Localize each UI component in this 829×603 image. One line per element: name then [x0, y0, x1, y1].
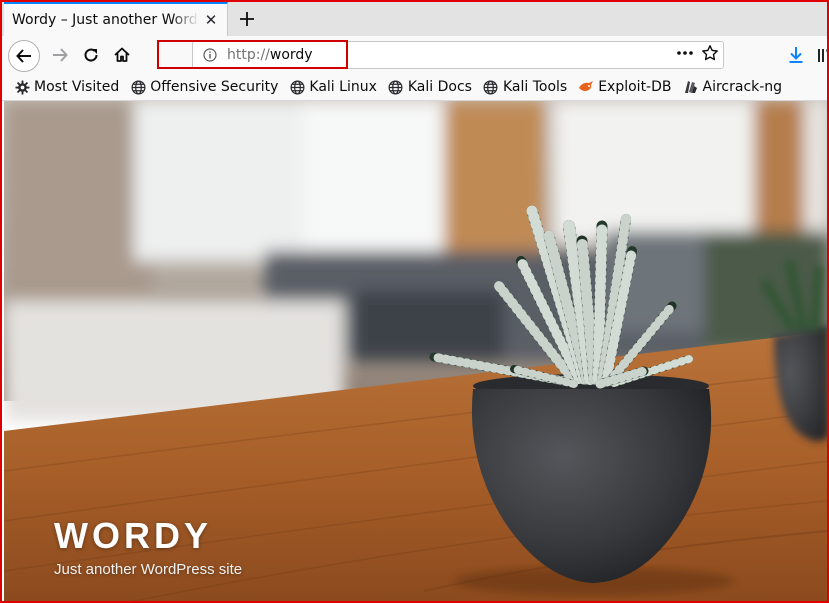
navigation-bar: http://wordy: [2, 36, 827, 74]
tab-title: Wordy – Just another WordPress site: [12, 12, 199, 28]
close-tab-icon[interactable]: ✕: [203, 11, 219, 29]
exploit-db-icon: [578, 79, 594, 95]
globe-icon: [289, 79, 305, 95]
downloads-button[interactable]: [785, 42, 807, 68]
bookmark-label: Most Visited: [34, 79, 120, 95]
arrow-right-icon: [53, 48, 68, 62]
bookmark-label: Kali Tools: [502, 79, 568, 95]
globe-icon: [483, 79, 499, 95]
info-icon[interactable]: [197, 42, 223, 68]
screenshot-frame: Wordy – Just another WordPress site ✕ ht…: [0, 0, 829, 603]
library-button[interactable]: [817, 42, 827, 68]
gear-icon: [14, 79, 30, 95]
aircrack-icon: [683, 79, 699, 95]
tab-strip: Wordy – Just another WordPress site ✕: [2, 2, 827, 36]
bookmark-kali-docs[interactable]: Kali Docs: [388, 76, 472, 98]
url-scheme: http://: [227, 47, 270, 63]
bookmark-exploit-db[interactable]: Exploit-DB: [578, 76, 672, 98]
url-actions: [675, 42, 719, 68]
bookmark-kali-linux[interactable]: Kali Linux: [289, 76, 377, 98]
plus-icon: [240, 12, 254, 26]
url-host: wordy: [269, 47, 313, 63]
bookmarks-toolbar: Most Visited Offensive Security Kali Lin…: [2, 74, 827, 101]
page-actions-icon[interactable]: [675, 45, 695, 65]
globe-icon: [388, 79, 404, 95]
home-icon: [114, 47, 130, 62]
bookmark-star-icon[interactable]: [701, 44, 719, 66]
bookmark-kali-tools[interactable]: Kali Tools: [483, 76, 567, 98]
globe-icon: [130, 79, 146, 95]
new-tab-button[interactable]: [234, 6, 260, 32]
arrow-left-icon: [16, 49, 31, 63]
bookmark-label: Kali Linux: [309, 79, 377, 95]
bookmark-label: Kali Docs: [407, 79, 472, 95]
bookmark-label: Aircrack-ng: [702, 79, 783, 95]
reload-icon: [84, 48, 98, 62]
tab-active[interactable]: Wordy – Just another WordPress site ✕: [4, 2, 228, 36]
bookmark-label: Exploit-DB: [598, 79, 672, 95]
page-content: WORDY Just another WordPress site: [4, 101, 827, 601]
address-bar[interactable]: http://wordy: [192, 41, 724, 69]
library-icon: [818, 49, 827, 62]
bookmark-most-visited[interactable]: Most Visited: [14, 76, 119, 98]
reload-button[interactable]: [77, 41, 105, 69]
bookmark-label: Offensive Security: [150, 79, 279, 95]
forward-button[interactable]: [46, 41, 74, 69]
url-text[interactable]: http://wordy: [227, 47, 313, 63]
back-button[interactable]: [8, 40, 40, 72]
bookmark-aircrack-ng[interactable]: Aircrack-ng: [683, 76, 783, 98]
site-tagline: Just another WordPress site: [54, 561, 243, 578]
site-title[interactable]: WORDY: [54, 515, 212, 557]
download-icon: [789, 47, 803, 63]
bookmark-offensive-security[interactable]: Offensive Security: [130, 76, 278, 98]
home-button[interactable]: [108, 41, 136, 69]
